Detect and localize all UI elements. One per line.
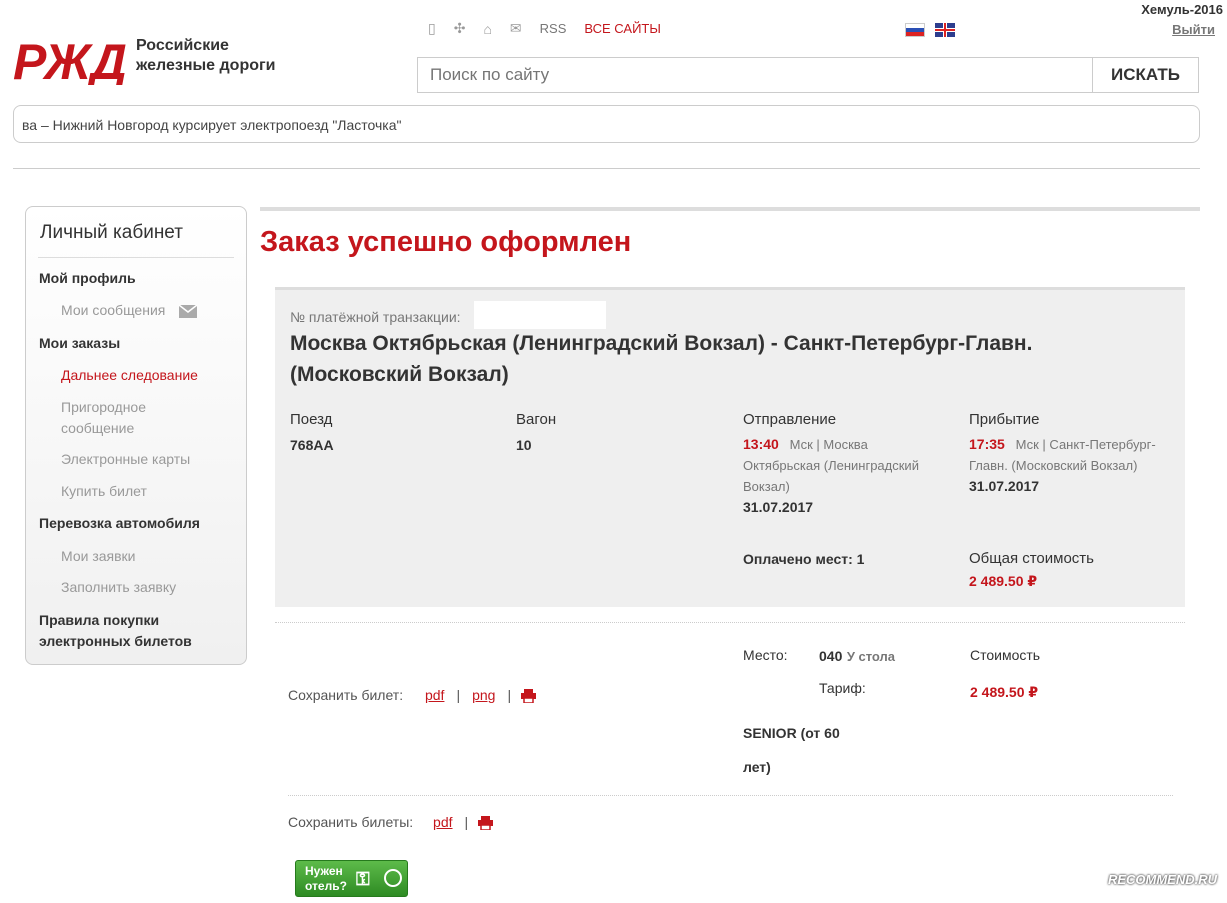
- language-switch: [905, 23, 955, 37]
- russian-flag-icon[interactable]: [905, 23, 925, 37]
- total-cost-label: Общая стоимость: [969, 550, 1094, 567]
- search-button[interactable]: ИСКАТЬ: [1092, 58, 1198, 92]
- save-tickets-pdf-link[interactable]: pdf: [433, 814, 452, 830]
- arrival-date: 31.07.2017: [969, 478, 1040, 494]
- sidebar-item-messages[interactable]: Мои сообщения: [61, 300, 198, 321]
- printer-icon[interactable]: [478, 816, 494, 831]
- sidebar-item-cards[interactable]: Электронные карты: [61, 449, 190, 470]
- ticket-cost: 2 489.50 ₽: [970, 684, 1039, 700]
- paid-seats: Оплачено мест: 1: [743, 551, 865, 567]
- home-icon[interactable]: ⌂: [483, 21, 491, 37]
- brand-name: Российские железные дороги: [136, 37, 276, 74]
- search-input[interactable]: [418, 58, 1092, 92]
- envelope-icon: [179, 304, 198, 318]
- arrival-place: Мск | Санкт-Петербург-: [1015, 437, 1156, 452]
- save-tickets-row: Сохранить билеты: pdf |: [288, 814, 494, 831]
- watermark: RECOMMEND.RU: [1107, 872, 1217, 887]
- printer-icon[interactable]: [520, 689, 536, 704]
- ticket-cost-label: Стоимость: [970, 647, 1041, 663]
- sidebar-item-buy[interactable]: Купить билет: [61, 481, 147, 502]
- car-number: 10: [516, 437, 532, 453]
- search-bar: ИСКАТЬ: [417, 57, 1199, 93]
- logout-link[interactable]: Выйти: [1172, 22, 1215, 37]
- sidebar-divider: [38, 257, 234, 258]
- total-cost: 2 489.50 ₽: [969, 573, 1038, 589]
- sidebar-item-label: Пригородное: [61, 399, 146, 415]
- sidebar-item-orders[interactable]: Мои заказы: [39, 333, 120, 354]
- sidebar-title: Личный кабинет: [40, 222, 183, 243]
- mail-icon[interactable]: ✉: [510, 20, 522, 37]
- arrival-label: Прибытие: [969, 411, 1040, 428]
- sidebar-item-label: электронных билетов: [39, 633, 192, 649]
- seat-type: У стола: [846, 649, 896, 664]
- svg-text:РЖД: РЖД: [13, 34, 127, 85]
- transaction-number-masked: [474, 301, 606, 329]
- departure-time: 13:40: [743, 436, 779, 452]
- seat-value: 040 У стола: [819, 648, 895, 666]
- train-label: Поезд: [290, 411, 333, 428]
- sidebar-item-my-requests[interactable]: Мои заявки: [61, 546, 135, 567]
- page-title: Заказ успешно оформлен: [260, 226, 632, 258]
- sidebar-item-label: сообщение: [61, 420, 135, 436]
- departure-date: 31.07.2017: [743, 499, 814, 515]
- arrival-time: 17:35: [969, 436, 1005, 452]
- departure-info: 13:40 Мск | Москва Октябрьская (Ленингра…: [743, 434, 943, 518]
- tariff-value: SENIOR (от 60 лет): [743, 725, 840, 775]
- arrival-info: 17:35 Мск | Санкт-Петербург- Главн. (Мос…: [969, 434, 1179, 497]
- sidebar-item-label: Мои сообщения: [61, 302, 166, 318]
- divider: [13, 168, 1200, 169]
- sidebar-item-profile[interactable]: Мой профиль: [39, 268, 136, 289]
- sidebar-item-fill-request[interactable]: Заполнить заявку: [61, 577, 176, 598]
- sidebar-item-long-distance[interactable]: Дальнее следование: [61, 365, 198, 386]
- departure-place: Мск | Москва: [789, 437, 868, 452]
- rzd-logo[interactable]: РЖД: [13, 33, 128, 85]
- content-top-bar: [260, 207, 1200, 211]
- sidebar: Личный кабинет Мой профиль Мои сообщения…: [25, 206, 247, 665]
- need-hotel-button[interactable]: Нужен отель? ⚿: [295, 860, 408, 897]
- sidebar-item-suburban[interactable]: Пригородное сообщение: [61, 397, 146, 439]
- key-icon: ⚿: [356, 869, 370, 889]
- rss-link[interactable]: RSS: [540, 21, 567, 36]
- top-nav: ▯ ✣ ⌂ ✉ RSS ВСЕ САЙТЫ: [428, 20, 661, 37]
- seat-number: 040: [819, 648, 843, 664]
- news-ticker[interactable]: ва – Нижний Новгород курсирует электропо…: [13, 105, 1200, 143]
- divider: [288, 795, 1173, 796]
- save-tickets-label: Сохранить билеты:: [288, 814, 414, 830]
- sidebar-item-label: Правила покупки: [39, 612, 160, 628]
- sidebar-item-car-transport[interactable]: Перевозка автомобиля: [39, 513, 200, 534]
- tariff-label: Тариф:: [819, 680, 866, 696]
- transaction-label: № платёжной транзакции:: [290, 309, 461, 325]
- save-ticket-label: Сохранить билет:: [288, 687, 404, 703]
- save-ticket-png-link[interactable]: png: [472, 687, 495, 703]
- all-sites-link[interactable]: ВСЕ САЙТЫ: [584, 21, 660, 36]
- sidebar-item-rules[interactable]: Правила покупки электронных билетов: [39, 610, 192, 652]
- english-flag-icon[interactable]: [935, 23, 955, 37]
- hotel-button-label: Нужен отель?: [305, 864, 347, 893]
- username: Хемуль-2016: [1141, 2, 1223, 17]
- car-label: Вагон: [516, 411, 557, 428]
- train-number: 768АА: [290, 437, 334, 453]
- divider: [275, 622, 1185, 623]
- sitemap-icon[interactable]: ✣: [454, 20, 466, 37]
- save-ticket-row: Сохранить билет: pdf | png |: [288, 687, 536, 704]
- seat-label: Место:: [743, 647, 788, 663]
- arrow-right-icon: [384, 869, 402, 887]
- route-title: Москва Октябрьская (Ленинградский Вокзал…: [290, 332, 1033, 386]
- save-ticket-pdf-link[interactable]: pdf: [425, 687, 444, 703]
- mobile-icon[interactable]: ▯: [428, 20, 436, 37]
- departure-label: Отправление: [743, 411, 837, 428]
